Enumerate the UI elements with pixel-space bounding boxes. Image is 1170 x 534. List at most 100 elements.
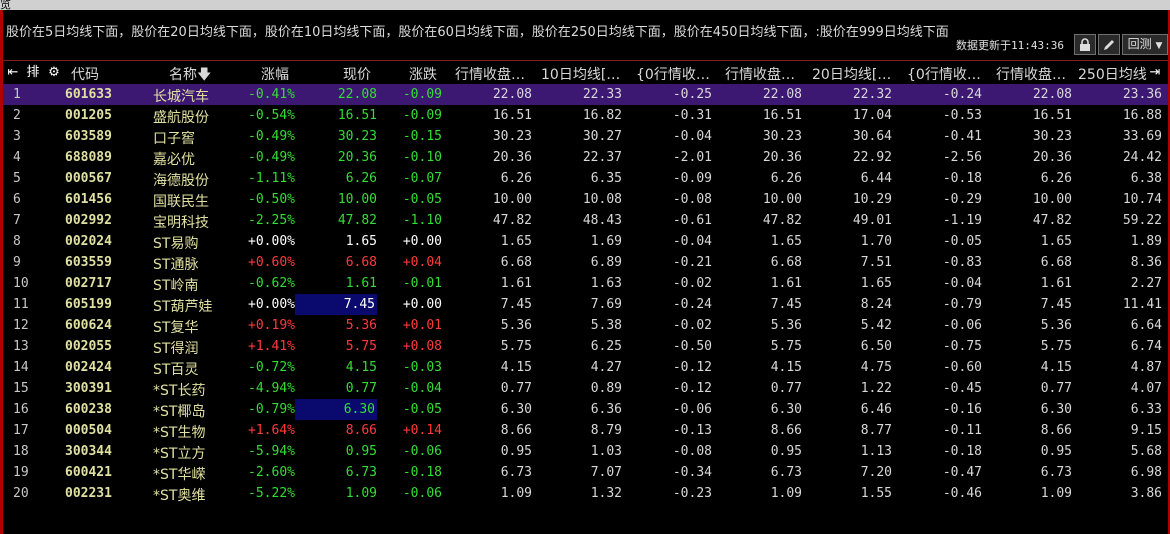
stock-name: *ST椰岛: [153, 404, 206, 420]
top-menu-bar: 览: [0, 0, 1170, 10]
table-row[interactable]: 12 600624 ST复华 +0.19% 5.36 +0.01 5.36 5.38 -0.02…: [3, 315, 1168, 336]
cell-v5: 10.29: [852, 192, 892, 207]
col-diff-1[interactable]: {0行情收…: [636, 64, 710, 84]
table-header: ⇤ 排 ⚙ 代码 名称🡇 涨幅 现价 涨跌 行情收盘… 10日均线[… {0行情…: [3, 62, 1168, 84]
cell-v5: 1.70: [860, 234, 892, 249]
cell-v3: -0.12: [672, 360, 712, 375]
cell-v1: 0.95: [500, 444, 532, 459]
stock-name: *ST奥维: [153, 488, 206, 504]
cell-pct: +0.00%: [248, 297, 295, 312]
col-diff-2[interactable]: {0行情收…: [907, 64, 981, 84]
cell-price: 6.30: [295, 399, 377, 420]
lock-button[interactable]: [1074, 34, 1096, 55]
cell-v5: 1.65: [860, 276, 892, 291]
table-row[interactable]: 1 601633 长城汽车 -0.41% 22.08 -0.09 22.08 22.33 -0.…: [3, 84, 1168, 105]
cell-v7: 0.95: [1040, 444, 1072, 459]
backtest-label: 回测: [1127, 37, 1152, 51]
stock-name: 长城汽车: [153, 89, 209, 105]
cell-v4: 7.45: [770, 297, 802, 312]
cell-pct: -0.49%: [248, 129, 295, 144]
col-ma20[interactable]: 20日均线[…: [812, 64, 891, 84]
cell-v7: 6.30: [1040, 402, 1072, 417]
table-row[interactable]: 13 002055 ST得润 +1.41% 5.75 +0.08 5.75 6.25 -0.50…: [3, 336, 1168, 357]
table-row[interactable]: 10 002717 ST岭南 -0.62% 1.61 -0.01 1.61 1.63 -0.02…: [3, 273, 1168, 294]
gear-icon[interactable]: ⚙: [46, 65, 62, 81]
cell-v5: 1.55: [860, 486, 892, 501]
sort-icon[interactable]: 排: [25, 65, 41, 81]
cell-v2: 5.38: [590, 318, 622, 333]
col-ma250[interactable]: 250日均线: [1078, 64, 1148, 84]
stock-name: *ST长药: [153, 383, 206, 399]
table-row[interactable]: 9 603559 ST通脉 +0.60% 6.68 +0.04 6.68 6.89 -0.21 6…: [3, 252, 1168, 273]
row-index: 19: [13, 465, 29, 480]
cell-v8: 6.64: [1130, 318, 1162, 333]
table-row[interactable]: 17 000504 *ST生物 +1.64% 8.66 +0.14 8.66 8.79 -0.1…: [3, 420, 1168, 441]
stock-code: 601456: [65, 192, 112, 207]
edit-button[interactable]: [1098, 34, 1120, 55]
table-row[interactable]: 3 603589 口子窖 -0.49% 30.23 -0.15 30.23 30.27 -0.0…: [3, 126, 1168, 147]
col-close-3[interactable]: 行情收盘…: [996, 64, 1066, 84]
table-row[interactable]: 2 001205 盛航股份 -0.54% 16.51 -0.09 16.51 16.82 -0.…: [3, 105, 1168, 126]
stock-code: 001205: [65, 108, 112, 123]
table-row[interactable]: 15 300391 *ST长药 -4.94% 0.77 -0.04 0.77 0.89 -0.1…: [3, 378, 1168, 399]
chevron-down-icon: ▼: [1155, 41, 1163, 51]
cell-v2: 1.32: [590, 486, 622, 501]
cell-v4: 20.36: [762, 150, 802, 165]
col-change[interactable]: 涨跌: [409, 64, 437, 84]
cell-chg: +0.08: [402, 339, 442, 354]
col-close-2[interactable]: 行情收盘…: [725, 64, 795, 84]
cell-chg: -0.01: [402, 276, 442, 291]
stock-name: ST得润: [153, 341, 199, 357]
col-close-1[interactable]: 行情收盘…: [455, 64, 525, 84]
cell-pct: -0.79%: [248, 402, 295, 417]
cell-price: 1.61: [345, 276, 377, 291]
col-ma10[interactable]: 10日均线[…: [541, 64, 620, 84]
cell-v6: -0.18: [942, 171, 982, 186]
table-row[interactable]: 19 600421 *ST华嵘 -2.60% 6.73 -0.18 6.73 7.07 -0.3…: [3, 462, 1168, 483]
table-row[interactable]: 11 605199 ST葫芦娃 +0.00% 7.45 +0.00 7.45 7.69 -0.2…: [3, 294, 1168, 315]
cell-v1: 4.15: [500, 360, 532, 375]
col-code[interactable]: 代码: [71, 64, 99, 84]
cell-v5: 6.50: [860, 339, 892, 354]
collapse-panel-icon[interactable]: ⇤: [5, 65, 21, 81]
table-row[interactable]: 18 300344 *ST立方 -5.94% 0.95 -0.06 0.95 1.03 -0.0…: [3, 441, 1168, 462]
cell-v6: -0.24: [942, 87, 982, 102]
stock-code: 002024: [65, 234, 112, 249]
stock-name: *ST华嵘: [153, 467, 206, 483]
cell-v7: 4.15: [1040, 360, 1072, 375]
cell-v4: 47.82: [762, 213, 802, 228]
table-row[interactable]: 20 002231 *ST奥维 -5.22% 1.09 -0.06 1.09 1.32 -0.2…: [3, 483, 1168, 504]
stock-code: 002231: [65, 486, 112, 501]
stock-code: 002992: [65, 213, 112, 228]
cell-v4: 6.68: [770, 255, 802, 270]
cell-v6: -2.56: [942, 150, 982, 165]
row-index: 2: [13, 108, 21, 123]
cell-v2: 48.43: [582, 213, 622, 228]
cell-price: 1.09: [345, 486, 377, 501]
table-row[interactable]: 14 002424 ST百灵 -0.72% 4.15 -0.03 4.15 4.27 -0.12…: [3, 357, 1168, 378]
cell-price: 6.68: [345, 255, 377, 270]
cell-chg: +0.01: [402, 318, 442, 333]
table-row[interactable]: 7 002992 宝明科技 -2.25% 47.82 -1.10 47.82 48.43 -0.…: [3, 210, 1168, 231]
cell-v1: 1.09: [500, 486, 532, 501]
cell-v7: 22.08: [1032, 87, 1072, 102]
col-pct[interactable]: 涨幅: [261, 64, 289, 84]
cell-v6: -0.75: [942, 339, 982, 354]
col-price[interactable]: 现价: [343, 64, 371, 84]
cell-v6: -1.19: [942, 213, 982, 228]
cell-chg: -0.06: [402, 444, 442, 459]
expand-panel-icon[interactable]: ⇥: [1147, 65, 1163, 81]
stock-code: 002717: [65, 276, 112, 291]
table-row[interactable]: 6 601456 国联民生 -0.50% 10.00 -0.05 10.00 10.08 -0.…: [3, 189, 1168, 210]
cell-v6: -0.45: [942, 381, 982, 396]
stock-name: ST易购: [153, 236, 199, 252]
backtest-button[interactable]: 回测 ▼: [1122, 34, 1168, 55]
cell-v8: 6.98: [1130, 465, 1162, 480]
table-row[interactable]: 16 600238 *ST椰岛 -0.79% 6.30 -0.05 6.30 6.36 -0.0…: [3, 399, 1168, 420]
row-index: 10: [13, 276, 29, 291]
table-row[interactable]: 5 000567 海德股份 -1.11% 6.26 -0.07 6.26 6.35 -0.09 6…: [3, 168, 1168, 189]
table-row[interactable]: 8 002024 ST易购 +0.00% 1.65 +0.00 1.65 1.69 -0.04 1…: [3, 231, 1168, 252]
cell-chg: -0.10: [402, 150, 442, 165]
table-row[interactable]: 4 688089 嘉必优 -0.49% 20.36 -0.10 20.36 22.37 -2.0…: [3, 147, 1168, 168]
row-index: 1: [13, 87, 21, 102]
